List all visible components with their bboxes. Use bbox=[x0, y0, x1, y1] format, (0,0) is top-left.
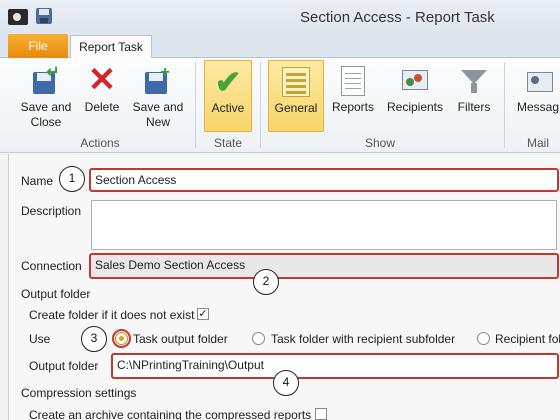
output-folder-label: Output folder bbox=[29, 359, 99, 373]
compression-heading: Compression settings bbox=[21, 386, 137, 400]
save-close-label-line1: Save and bbox=[20, 100, 72, 114]
group-label-actions: Actions bbox=[80, 136, 120, 150]
recipients-icon bbox=[400, 66, 430, 96]
quick-save-icon[interactable] bbox=[36, 8, 52, 24]
output-folder-heading: Output folder bbox=[21, 287, 91, 301]
callout-1: 1 bbox=[59, 166, 85, 192]
message-button[interactable]: Messag bbox=[516, 60, 560, 115]
group-separator bbox=[504, 62, 505, 148]
radio-recipient-folder[interactable] bbox=[477, 332, 490, 345]
recipients-button[interactable]: Recipients bbox=[384, 60, 446, 115]
filters-button[interactable]: Filters bbox=[452, 60, 496, 115]
active-state-button[interactable]: ✔ Active bbox=[204, 60, 252, 132]
ribbon-tab-row: File Report Task bbox=[0, 34, 560, 59]
recipients-label: Recipients bbox=[386, 100, 444, 114]
group-label-mail: Mail bbox=[526, 136, 549, 150]
archive-checkbox[interactable] bbox=[315, 408, 327, 420]
save-and-close-button[interactable]: ↵ Save and Close bbox=[12, 60, 80, 130]
save-close-icon: ↵ bbox=[31, 65, 61, 96]
delete-label: Delete bbox=[84, 100, 120, 114]
name-field[interactable]: Section Access bbox=[89, 168, 559, 192]
description-field[interactable] bbox=[91, 200, 557, 250]
create-folder-label: Create folder if it does not exist bbox=[29, 308, 195, 322]
group-label-show: Show bbox=[364, 136, 396, 150]
delete-button[interactable]: ✕ Delete bbox=[80, 60, 124, 115]
radio-task-folder-recipient-subfolder-label: Task folder with recipient subfolder bbox=[271, 332, 456, 346]
connection-label: Connection bbox=[21, 259, 82, 273]
delete-x-icon: ✕ bbox=[87, 61, 117, 99]
ribbon: ↵ Save and Close ✕ Delete + Save and New… bbox=[0, 58, 560, 153]
output-folder-field[interactable]: C:\NPrintingTraining\Output bbox=[111, 353, 559, 379]
use-label: Use bbox=[29, 332, 51, 346]
group-separator bbox=[260, 62, 261, 148]
reports-button[interactable]: Reports bbox=[330, 60, 376, 115]
radio-task-output-folder-label: Task output folder bbox=[133, 332, 228, 346]
filters-label: Filters bbox=[457, 100, 491, 114]
radio-task-folder-recipient-subfolder[interactable] bbox=[252, 332, 265, 345]
description-label: Description bbox=[21, 204, 82, 218]
group-separator bbox=[195, 62, 196, 148]
active-label: Active bbox=[211, 101, 245, 115]
radio-recipient-folder-label: Recipient fol bbox=[495, 332, 560, 346]
save-new-icon: + bbox=[143, 65, 173, 96]
callout-4: 4 bbox=[273, 370, 299, 396]
save-close-label-line2: Close bbox=[30, 115, 62, 129]
callout-2: 2 bbox=[253, 269, 279, 295]
app-icon[interactable] bbox=[8, 9, 28, 25]
group-label-state: State bbox=[213, 136, 243, 150]
general-button[interactable]: General bbox=[268, 60, 324, 132]
reports-label: Reports bbox=[331, 100, 375, 114]
message-icon bbox=[523, 66, 553, 96]
save-new-label-line2: New bbox=[145, 115, 170, 129]
create-folder-checkbox[interactable]: ✓ bbox=[197, 308, 209, 320]
save-new-label-line1: Save and bbox=[132, 100, 184, 114]
filter-funnel-icon bbox=[459, 66, 489, 96]
title-bar: Section Access - Report Task bbox=[0, 0, 560, 34]
connection-select[interactable]: Sales Demo Section Access bbox=[89, 253, 559, 279]
reports-icon bbox=[341, 66, 365, 96]
tab-file[interactable]: File bbox=[8, 34, 68, 58]
tab-report-task[interactable]: Report Task bbox=[70, 35, 152, 59]
general-icon bbox=[282, 67, 310, 97]
task-form: Name 1 Section Access Description Connec… bbox=[8, 154, 560, 420]
archive-label: Create an archive containing the compres… bbox=[29, 408, 312, 420]
radio-task-output-folder[interactable] bbox=[115, 332, 128, 345]
name-label: Name bbox=[21, 174, 54, 188]
callout-3: 3 bbox=[81, 326, 107, 352]
check-icon: ✔ bbox=[214, 64, 242, 100]
save-and-new-button[interactable]: + Save and New bbox=[128, 60, 188, 130]
message-label: Messag bbox=[516, 100, 560, 114]
general-label: General bbox=[274, 101, 318, 115]
window-title: Section Access - Report Task bbox=[300, 9, 495, 26]
